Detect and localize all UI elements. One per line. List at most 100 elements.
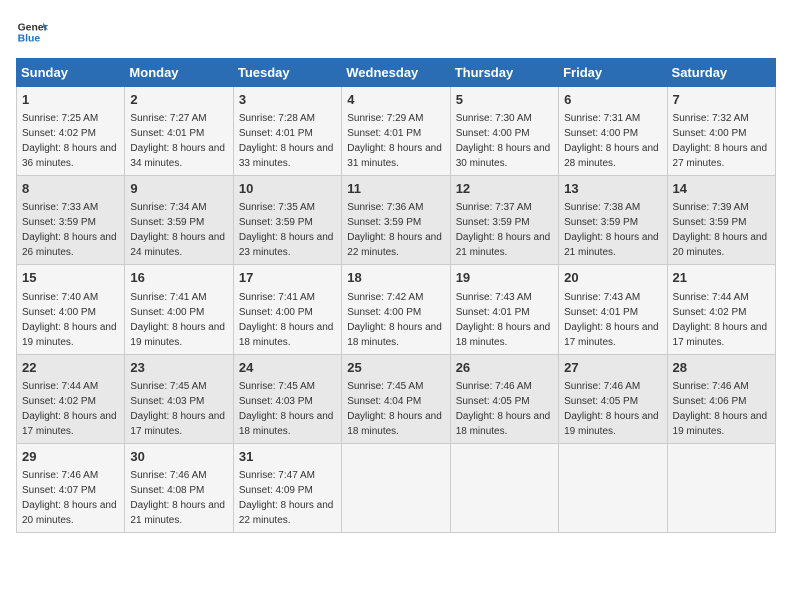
week-row-3: 15 Sunrise: 7:40 AMSunset: 4:00 PMDayligh…: [17, 265, 776, 354]
day-info: Sunrise: 7:43 AMSunset: 4:01 PMDaylight:…: [564, 292, 659, 348]
day-header-friday: Friday: [559, 59, 667, 87]
calendar-cell: 2Sunrise: 7:27 AMSunset: 4:01 PMDaylight…: [125, 87, 233, 176]
day-info: Sunrise: 7:46 AMSunset: 4:07 PMDaylight:…: [22, 470, 117, 526]
day-number: 31: [239, 448, 336, 466]
calendar-cell: 22 Sunrise: 7:44 AMSunset: 4:02 PMDayligh…: [17, 354, 125, 443]
day-info: Sunrise: 7:41 AMSunset: 4:00 PMDaylight:…: [130, 292, 225, 348]
day-header-wednesday: Wednesday: [342, 59, 450, 87]
calendar-cell: 12 Sunrise: 7:37 AMSunset: 3:59 PMDayligh…: [450, 176, 558, 265]
day-info: Sunrise: 7:40 AMSunset: 4:00 PMDaylight:…: [22, 292, 117, 348]
calendar-cell: 15 Sunrise: 7:40 AMSunset: 4:00 PMDayligh…: [17, 265, 125, 354]
logo: General Blue: [16, 16, 48, 48]
day-info: Sunrise: 7:45 AMSunset: 4:04 PMDaylight:…: [347, 381, 442, 437]
day-number: 4: [347, 91, 444, 109]
svg-text:Blue: Blue: [18, 34, 41, 45]
calendar-cell: 11 Sunrise: 7:36 AMSunset: 3:59 PMDayligh…: [342, 176, 450, 265]
calendar-cell: 23 Sunrise: 7:45 AMSunset: 4:03 PMDayligh…: [125, 354, 233, 443]
calendar-cell: 16 Sunrise: 7:41 AMSunset: 4:00 PMDayligh…: [125, 265, 233, 354]
day-info: Sunrise: 7:46 AMSunset: 4:05 PMDaylight:…: [564, 381, 659, 437]
day-number: 14: [673, 180, 770, 198]
calendar-cell: 29 Sunrise: 7:46 AMSunset: 4:07 PMDayligh…: [17, 443, 125, 532]
calendar-cell: 27 Sunrise: 7:46 AMSunset: 4:05 PMDayligh…: [559, 354, 667, 443]
calendar-cell: 31 Sunrise: 7:47 AMSunset: 4:09 PMDayligh…: [233, 443, 341, 532]
day-number: 11: [347, 180, 444, 198]
day-info: Sunrise: 7:25 AMSunset: 4:02 PMDaylight:…: [22, 113, 117, 169]
day-info: Sunrise: 7:45 AMSunset: 4:03 PMDaylight:…: [130, 381, 225, 437]
day-header-tuesday: Tuesday: [233, 59, 341, 87]
day-number: 8: [22, 180, 119, 198]
day-info: Sunrise: 7:43 AMSunset: 4:01 PMDaylight:…: [456, 292, 551, 348]
day-info: Sunrise: 7:41 AMSunset: 4:00 PMDaylight:…: [239, 292, 334, 348]
day-info: Sunrise: 7:36 AMSunset: 3:59 PMDaylight:…: [347, 202, 442, 258]
day-number: 6: [564, 91, 661, 109]
day-info: Sunrise: 7:31 AMSunset: 4:00 PMDaylight:…: [564, 113, 659, 169]
calendar-cell: 30 Sunrise: 7:46 AMSunset: 4:08 PMDayligh…: [125, 443, 233, 532]
calendar-cell: 19 Sunrise: 7:43 AMSunset: 4:01 PMDayligh…: [450, 265, 558, 354]
day-number: 23: [130, 359, 227, 377]
calendar-cell: 26 Sunrise: 7:46 AMSunset: 4:05 PMDayligh…: [450, 354, 558, 443]
day-info: Sunrise: 7:39 AMSunset: 3:59 PMDaylight:…: [673, 202, 768, 258]
day-number: 27: [564, 359, 661, 377]
week-row-4: 22 Sunrise: 7:44 AMSunset: 4:02 PMDayligh…: [17, 354, 776, 443]
calendar-cell: 20Sunrise: 7:43 AMSunset: 4:01 PMDayligh…: [559, 265, 667, 354]
day-number: 17: [239, 269, 336, 287]
day-info: Sunrise: 7:46 AMSunset: 4:08 PMDaylight:…: [130, 470, 225, 526]
page-header: General Blue: [16, 16, 776, 48]
day-number: 1: [22, 91, 119, 109]
calendar-cell: 28 Sunrise: 7:46 AMSunset: 4:06 PMDayligh…: [667, 354, 775, 443]
day-number: 13: [564, 180, 661, 198]
day-number: 30: [130, 448, 227, 466]
day-info: Sunrise: 7:42 AMSunset: 4:00 PMDaylight:…: [347, 292, 442, 348]
day-number: 9: [130, 180, 227, 198]
calendar-cell: 25 Sunrise: 7:45 AMSunset: 4:04 PMDayligh…: [342, 354, 450, 443]
day-number: 29: [22, 448, 119, 466]
calendar-header: SundayMondayTuesdayWednesdayThursdayFrid…: [17, 59, 776, 87]
calendar-cell: 4Sunrise: 7:29 AMSunset: 4:01 PMDaylight…: [342, 87, 450, 176]
calendar-cell: 9 Sunrise: 7:34 AMSunset: 3:59 PMDaylight…: [125, 176, 233, 265]
day-number: 7: [673, 91, 770, 109]
day-number: 21: [673, 269, 770, 287]
day-info: Sunrise: 7:46 AMSunset: 4:05 PMDaylight:…: [456, 381, 551, 437]
day-number: 24: [239, 359, 336, 377]
calendar-cell: 6 Sunrise: 7:31 AMSunset: 4:00 PMDaylight…: [559, 87, 667, 176]
calendar-cell: 18Sunrise: 7:42 AMSunset: 4:00 PMDayligh…: [342, 265, 450, 354]
day-number: 5: [456, 91, 553, 109]
calendar-body: 1 Sunrise: 7:25 AMSunset: 4:02 PMDaylight…: [17, 87, 776, 533]
day-number: 12: [456, 180, 553, 198]
header-row: SundayMondayTuesdayWednesdayThursdayFrid…: [17, 59, 776, 87]
week-row-1: 1 Sunrise: 7:25 AMSunset: 4:02 PMDaylight…: [17, 87, 776, 176]
day-number: 3: [239, 91, 336, 109]
calendar-cell: [342, 443, 450, 532]
calendar-cell: 10Sunrise: 7:35 AMSunset: 3:59 PMDayligh…: [233, 176, 341, 265]
day-info: Sunrise: 7:45 AMSunset: 4:03 PMDaylight:…: [239, 381, 334, 437]
day-number: 19: [456, 269, 553, 287]
day-number: 28: [673, 359, 770, 377]
calendar-cell: 1 Sunrise: 7:25 AMSunset: 4:02 PMDaylight…: [17, 87, 125, 176]
day-number: 16: [130, 269, 227, 287]
calendar-table: SundayMondayTuesdayWednesdayThursdayFrid…: [16, 58, 776, 533]
logo-icon: General Blue: [16, 16, 48, 48]
day-info: Sunrise: 7:46 AMSunset: 4:06 PMDaylight:…: [673, 381, 768, 437]
day-info: Sunrise: 7:34 AMSunset: 3:59 PMDaylight:…: [130, 202, 225, 258]
day-number: 22: [22, 359, 119, 377]
day-number: 15: [22, 269, 119, 287]
calendar-cell: 13Sunrise: 7:38 AMSunset: 3:59 PMDayligh…: [559, 176, 667, 265]
day-number: 2: [130, 91, 227, 109]
day-number: 26: [456, 359, 553, 377]
week-row-2: 8 Sunrise: 7:33 AMSunset: 3:59 PMDaylight…: [17, 176, 776, 265]
calendar-cell: [667, 443, 775, 532]
day-info: Sunrise: 7:35 AMSunset: 3:59 PMDaylight:…: [239, 202, 334, 258]
day-header-monday: Monday: [125, 59, 233, 87]
calendar-cell: 21Sunrise: 7:44 AMSunset: 4:02 PMDayligh…: [667, 265, 775, 354]
day-info: Sunrise: 7:33 AMSunset: 3:59 PMDaylight:…: [22, 202, 117, 258]
day-info: Sunrise: 7:32 AMSunset: 4:00 PMDaylight:…: [673, 113, 768, 169]
calendar-cell: 8 Sunrise: 7:33 AMSunset: 3:59 PMDaylight…: [17, 176, 125, 265]
day-header-saturday: Saturday: [667, 59, 775, 87]
day-info: Sunrise: 7:37 AMSunset: 3:59 PMDaylight:…: [456, 202, 551, 258]
day-number: 25: [347, 359, 444, 377]
week-row-5: 29 Sunrise: 7:46 AMSunset: 4:07 PMDayligh…: [17, 443, 776, 532]
calendar-cell: [450, 443, 558, 532]
day-info: Sunrise: 7:44 AMSunset: 4:02 PMDaylight:…: [22, 381, 117, 437]
day-info: Sunrise: 7:47 AMSunset: 4:09 PMDaylight:…: [239, 470, 334, 526]
day-header-sunday: Sunday: [17, 59, 125, 87]
